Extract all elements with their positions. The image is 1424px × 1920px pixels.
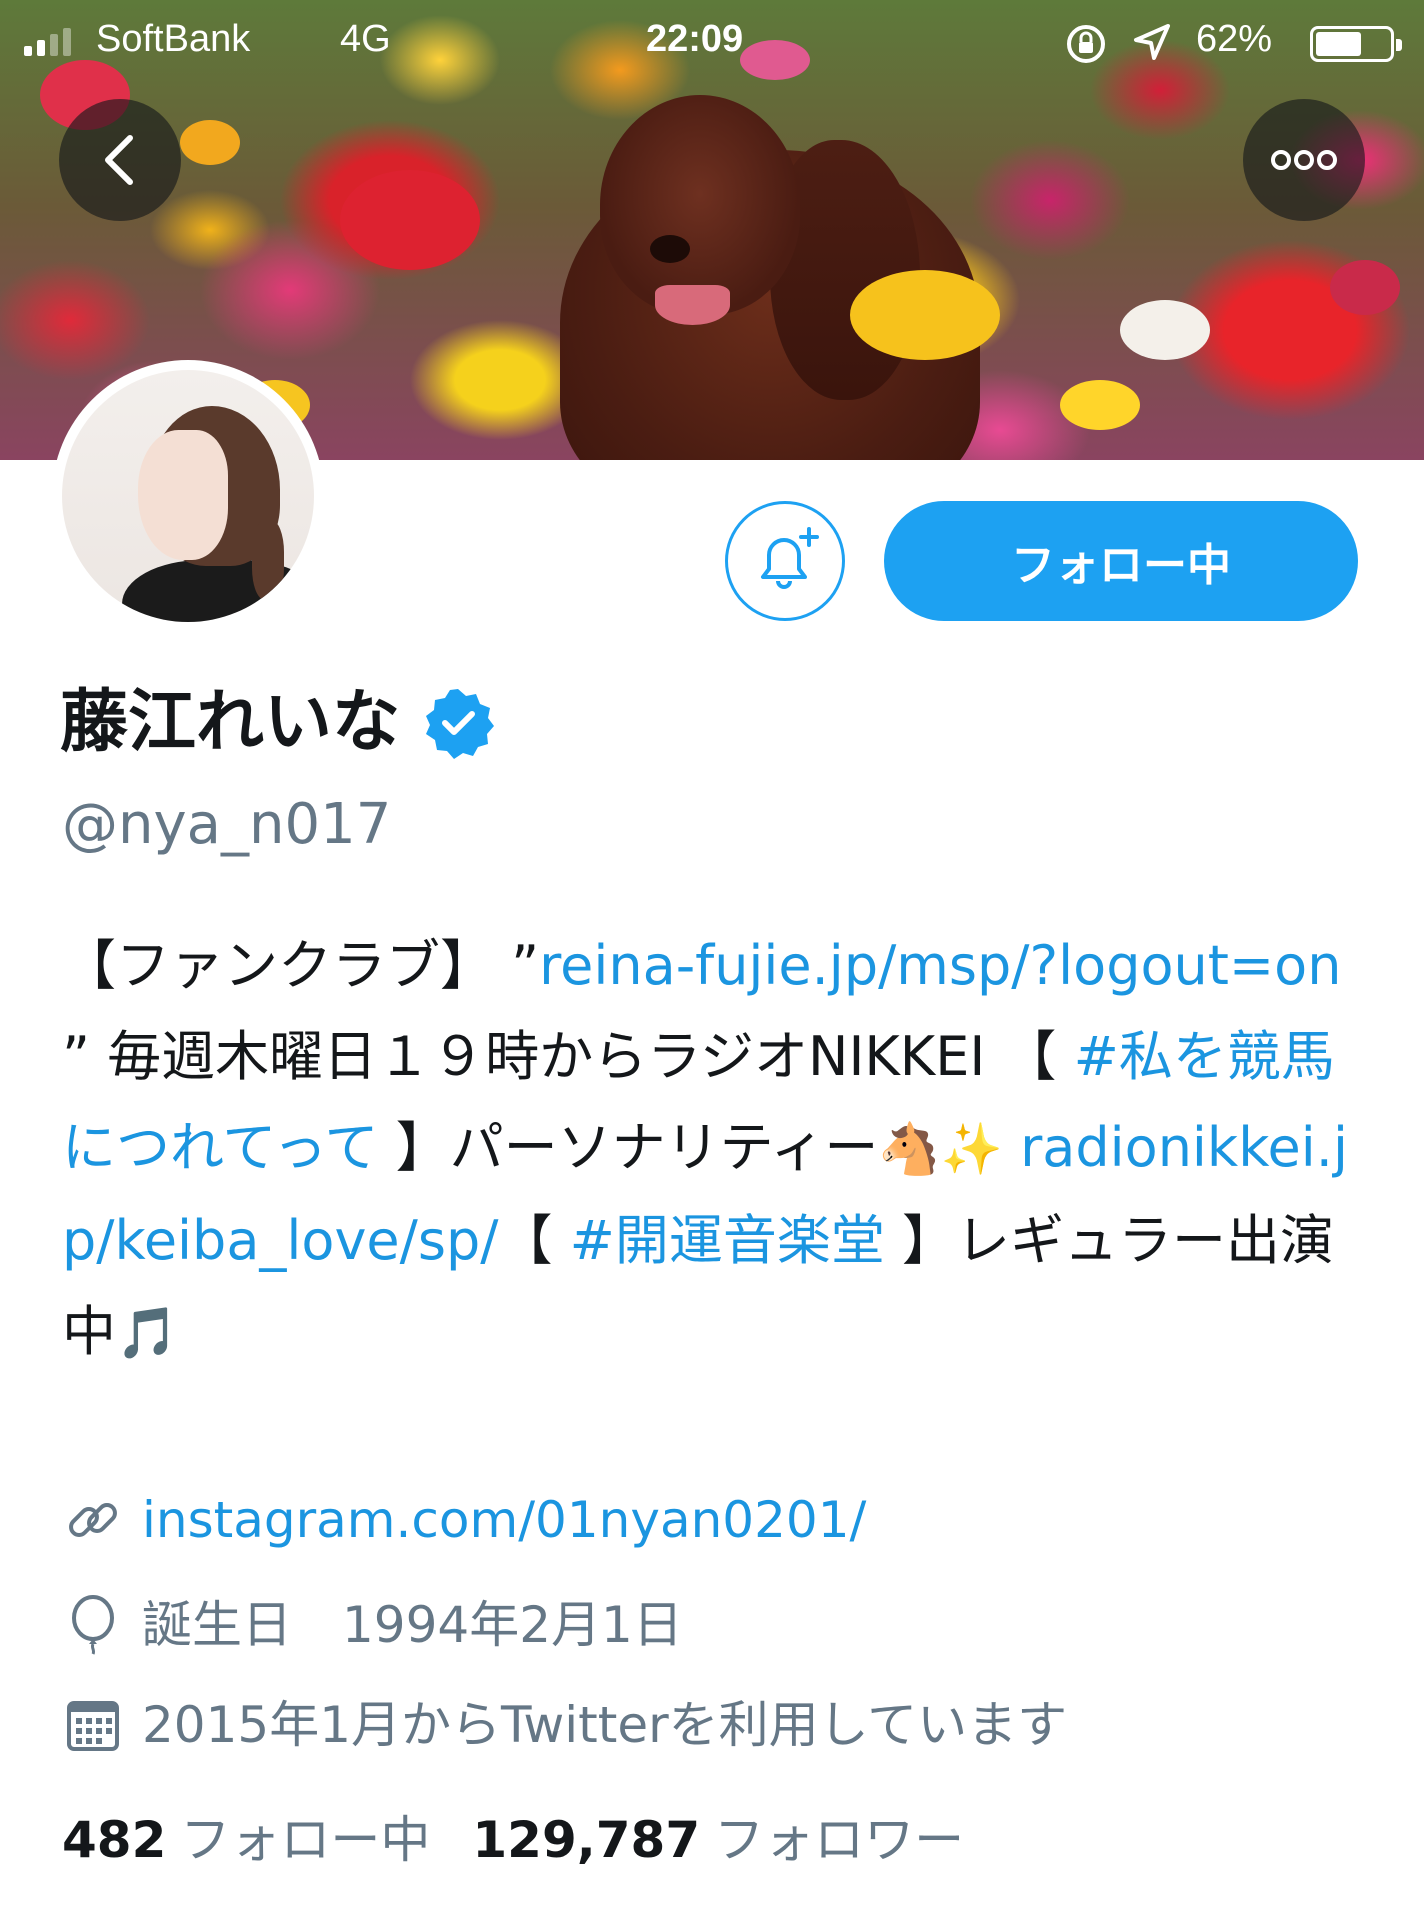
battery-icon xyxy=(1310,26,1402,62)
dog-tongue xyxy=(655,285,730,325)
network-type: 4G xyxy=(340,18,391,60)
bio-hashtag-music[interactable]: #開運音楽堂 xyxy=(570,1209,885,1272)
back-button[interactable] xyxy=(59,99,181,221)
link-icon xyxy=(62,1489,124,1551)
website-link[interactable]: instagram.com/01nyan0201/ xyxy=(142,1485,866,1555)
website-row[interactable]: instagram.com/01nyan0201/ xyxy=(62,1485,866,1555)
followers-count[interactable]: 129,787 xyxy=(472,1805,700,1875)
joined-date-row: 2015年1月からTwitterを利用しています xyxy=(62,1690,1067,1760)
signal-strength-icon xyxy=(24,28,71,56)
bio-text: 【 xyxy=(498,1209,570,1272)
battery-percent: 62% xyxy=(1196,18,1273,60)
bio-text: 】パーソナリティー xyxy=(378,1116,879,1179)
music-note-emoji-icon: 🎵 xyxy=(116,1304,179,1362)
battery-fill xyxy=(1316,32,1361,56)
notifications-button[interactable] xyxy=(725,501,845,621)
following-label[interactable]: フォロー中 xyxy=(180,1805,430,1875)
dog-nose xyxy=(650,235,690,263)
horse-emoji-icon: 🐴 xyxy=(878,1120,941,1178)
status-bar: SoftBank 4G 22:09 62% xyxy=(0,0,1424,80)
bio-text xyxy=(1003,1116,1020,1179)
location-arrow-icon xyxy=(1132,22,1172,72)
more-options-button[interactable] xyxy=(1243,99,1365,221)
dog-head xyxy=(600,95,800,315)
avatar[interactable] xyxy=(62,370,314,622)
joined-date-text: 2015年1月からTwitterを利用しています xyxy=(142,1696,1068,1754)
profile-bio: 【ファンクラブ】 ”reina-fujie.jp/msp/?logout=on … xyxy=(62,920,1362,1379)
follow-stats: 482 フォロー中 129,787 フォロワー xyxy=(62,1805,1006,1875)
sparkles-emoji-icon: ✨ xyxy=(940,1120,1003,1178)
status-time: 22:09 xyxy=(646,18,744,60)
rotation-lock-icon xyxy=(1064,22,1108,76)
birthday-text: 誕生日 1994年2月1日 xyxy=(142,1596,683,1654)
birthday-row: 誕生日 1994年2月1日 xyxy=(62,1590,683,1660)
following-button[interactable]: フォロー中 xyxy=(884,501,1358,621)
carrier-name: SoftBank xyxy=(96,18,251,60)
profile-screen: SoftBank 4G 22:09 62% フォロー中 藤江れいな @nya_n… xyxy=(0,0,1424,1920)
bio-text: 【ファンクラブ】 ” xyxy=(62,934,540,997)
bio-link-fanclub[interactable]: reina-fujie.jp/msp/?logout=on xyxy=(539,934,1341,997)
bell-plus-icon xyxy=(761,527,819,589)
bio-text: ” 毎週木曜日１９時からラジオNIKKEI 【 xyxy=(62,1025,1074,1088)
ellipsis-icon xyxy=(1271,150,1337,170)
chevron-left-icon xyxy=(105,135,133,185)
display-name: 藤江れいな xyxy=(60,683,401,762)
calendar-icon xyxy=(62,1694,124,1756)
followers-label[interactable]: フォロワー xyxy=(714,1805,964,1875)
balloon-icon xyxy=(62,1594,124,1656)
verified-badge-icon xyxy=(420,685,496,765)
user-handle: @nya_n017 xyxy=(62,792,392,857)
name-row: 藤江れいな xyxy=(60,678,496,768)
following-count[interactable]: 482 xyxy=(62,1805,166,1875)
